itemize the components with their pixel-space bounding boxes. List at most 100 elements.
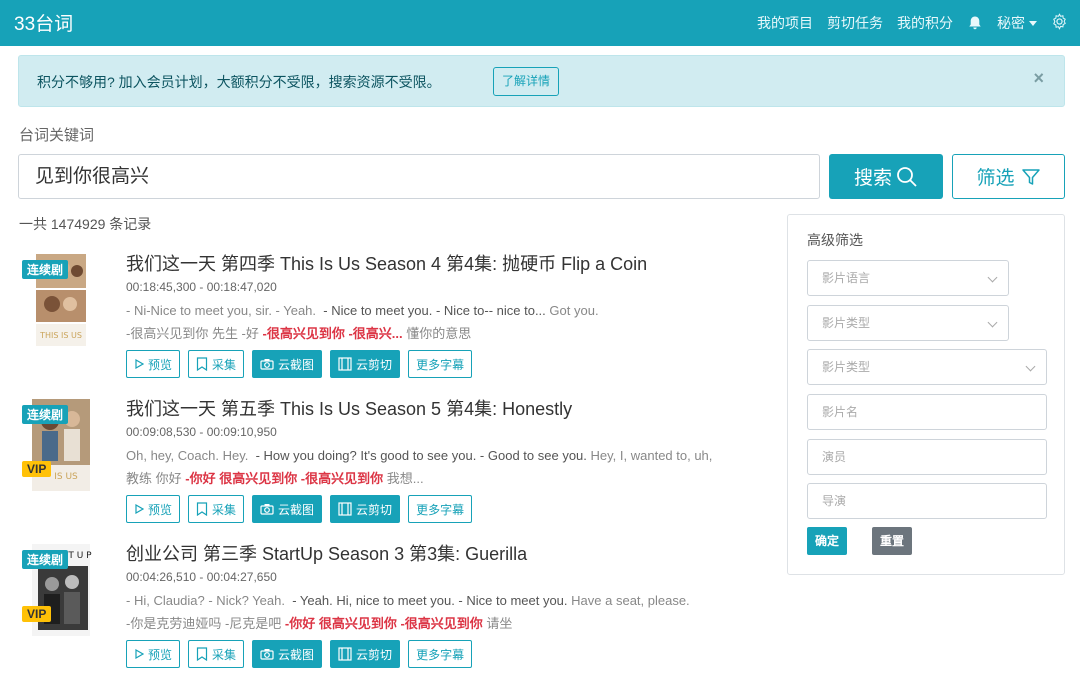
subtitle-match: - How you doing? It's good to see you. -… [255, 448, 587, 463]
subtitle-context: Got you. [549, 303, 599, 318]
bell-icon[interactable] [967, 15, 983, 31]
subtitle-context: 请坐 [486, 616, 513, 631]
membership-alert: 积分不够用? 加入会员计划，大额积分不受限，搜索资源不受限。 了解详情 × [18, 55, 1065, 107]
language-select-placeholder: 影片语言 [822, 271, 871, 285]
type-select[interactable]: 影片类型 [807, 349, 1047, 385]
collect-button[interactable]: 采集 [188, 495, 245, 523]
top-navbar: 33台词 我的项目 剪切任务 我的积分 秘密 [0, 0, 1080, 46]
learn-more-button[interactable]: 了解详情 [493, 67, 560, 96]
reset-button[interactable]: 重置 [872, 527, 913, 555]
cloud-cut-button[interactable]: 云剪切 [330, 495, 401, 523]
result-timestamp: 00:04:26,510 - 00:04:27,650 [126, 570, 277, 584]
cloud-screenshot-label: 云截图 [278, 502, 315, 517]
preview-button[interactable]: 预览 [126, 350, 181, 378]
close-icon[interactable]: × [1033, 68, 1044, 89]
language-select[interactable]: 影片语言 [807, 260, 1009, 296]
filter-icon [1021, 168, 1040, 185]
cloud-cut-button[interactable]: 云剪切 [330, 350, 401, 378]
filter-button[interactable]: 筛选 [952, 154, 1065, 199]
actor-input[interactable]: 演员 [807, 439, 1047, 475]
cloud-screenshot-button[interactable]: 云截图 [252, 640, 323, 668]
svg-text:THIS IS US: THIS IS US [39, 331, 82, 340]
cloud-screenshot-button[interactable]: 云截图 [252, 495, 323, 523]
result-actions: 预览 采集 云截图 云剪切 更多字幕 [126, 640, 473, 668]
camera-icon [260, 504, 274, 515]
user-menu[interactable]: 秘密 [997, 13, 1037, 33]
subtitle-english: Oh, hey, Coach. Hey. - How you doing? It… [126, 448, 712, 463]
search-button[interactable]: 搜索 [829, 154, 943, 199]
series-badge: 连续剧 [22, 260, 69, 279]
movie-name-input[interactable]: 影片名 [807, 394, 1047, 430]
subtitle-english: - Hi, Claudia? - Nick? Yeah. - Yeah. Hi,… [126, 593, 690, 608]
preview-label: 预览 [148, 502, 173, 517]
more-subtitles-button[interactable]: 更多字幕 [408, 640, 473, 668]
svg-text:T U P: T U P [67, 551, 92, 561]
collect-label: 采集 [212, 502, 237, 517]
result-item: IS US 连续剧 VIP 我们这一天 第五季 This Is Us Seaso… [18, 395, 778, 535]
collect-button[interactable]: 采集 [188, 350, 245, 378]
subtitle-context: -你是克劳迪娅吗 -尼克是吧 [126, 616, 282, 631]
nav-cut-tasks[interactable]: 剪切任务 [827, 13, 883, 33]
result-item: T U P 连续剧 VIP 创业公司 第三季 StartUp Season 3 … [18, 540, 778, 680]
result-timestamp: 00:18:45,300 - 00:18:47,020 [126, 280, 277, 294]
preview-button[interactable]: 预览 [126, 640, 181, 668]
cloud-cut-label: 云剪切 [356, 502, 393, 517]
subtitle-context: Oh, hey, Coach. Hey. [126, 448, 249, 463]
genre-select[interactable]: 影片类型 [807, 305, 1009, 341]
subtitle-context: 我想... [386, 471, 424, 486]
subtitle-context: - Hi, Claudia? - Nick? Yeah. [126, 593, 285, 608]
series-badge: 连续剧 [22, 405, 69, 424]
subtitle-highlight: -你好 很高兴见到你 -很高兴见到你 [284, 616, 483, 631]
result-title[interactable]: 我们这一天 第五季 This Is Us Season 5 第4集: Hones… [126, 395, 572, 421]
subtitle-highlight: -很高兴见到你 -很高兴... [262, 326, 403, 341]
subtitle-chinese: 教练 你好 -你好 很高兴见到你 -很高兴见到你 我想... [126, 468, 424, 487]
confirm-button[interactable]: 确定 [807, 527, 848, 555]
chevron-down-icon [1029, 20, 1037, 26]
collect-button[interactable]: 采集 [188, 640, 245, 668]
cloud-cut-label: 云剪切 [356, 357, 393, 372]
result-timestamp: 00:09:08,530 - 00:09:10,950 [126, 425, 277, 439]
subtitle-match: - Yeah. Hi, nice to meet you. - Nice to … [292, 593, 568, 608]
preview-label: 预览 [148, 357, 173, 372]
result-title[interactable]: 创业公司 第三季 StartUp Season 3 第3集: Guerilla [126, 540, 527, 566]
bookmark-icon [196, 647, 208, 661]
cloud-cut-button[interactable]: 云剪切 [330, 640, 401, 668]
director-input[interactable]: 导演 [807, 483, 1047, 519]
result-item: THIS IS US 连续剧 我们这一天 第四季 This Is Us Seas… [18, 250, 778, 390]
play-icon [135, 649, 144, 659]
subtitle-context: Have a seat, please. [571, 593, 690, 608]
chevron-down-icon [987, 317, 998, 328]
bookmark-icon [196, 357, 208, 371]
cloud-screenshot-label: 云截图 [278, 647, 315, 662]
subtitle-context: -很高兴见到你 先生 -好 [126, 326, 259, 341]
more-subtitles-button[interactable]: 更多字幕 [408, 350, 473, 378]
preview-label: 预览 [148, 647, 173, 662]
svg-text:IS US: IS US [54, 472, 78, 482]
cloud-screenshot-button[interactable]: 云截图 [252, 350, 323, 378]
result-title[interactable]: 我们这一天 第四季 This Is Us Season 4 第4集: 抛硬币 F… [126, 250, 647, 276]
play-icon [135, 359, 144, 369]
result-actions: 预览 采集 云截图 云剪切 更多字幕 [126, 350, 473, 378]
subtitle-chinese: -你是克劳迪娅吗 -尼克是吧 -你好 很高兴见到你 -很高兴见到你 请坐 [126, 613, 512, 632]
chevron-down-icon [1025, 361, 1036, 372]
brand-logo[interactable]: 33台词 [14, 9, 73, 36]
cloud-screenshot-label: 云截图 [278, 357, 315, 372]
film-icon [338, 357, 352, 371]
subtitle-context: Hey, I, wanted to, uh, [590, 448, 713, 463]
gear-icon[interactable] [1051, 13, 1068, 33]
series-badge: 连续剧 [22, 550, 69, 569]
more-subtitles-button[interactable]: 更多字幕 [408, 495, 473, 523]
subtitle-highlight: -你好 很高兴见到你 -很高兴见到你 [185, 471, 384, 486]
vip-badge: VIP [22, 606, 52, 622]
alert-text: 积分不够用? 加入会员计划，大额积分不受限，搜索资源不受限。 [37, 74, 441, 90]
film-icon [338, 502, 352, 516]
vip-badge: VIP [22, 461, 52, 477]
subtitle-context: 懂你的意思 [406, 326, 472, 341]
type-select-placeholder: 影片类型 [822, 360, 871, 374]
result-actions: 预览 采集 云截图 云剪切 更多字幕 [126, 495, 473, 523]
search-input[interactable]: 见到你很高兴 [18, 154, 820, 199]
nav-my-points[interactable]: 我的积分 [897, 13, 953, 33]
play-icon [135, 504, 144, 514]
nav-my-projects[interactable]: 我的项目 [757, 13, 813, 33]
preview-button[interactable]: 预览 [126, 495, 181, 523]
